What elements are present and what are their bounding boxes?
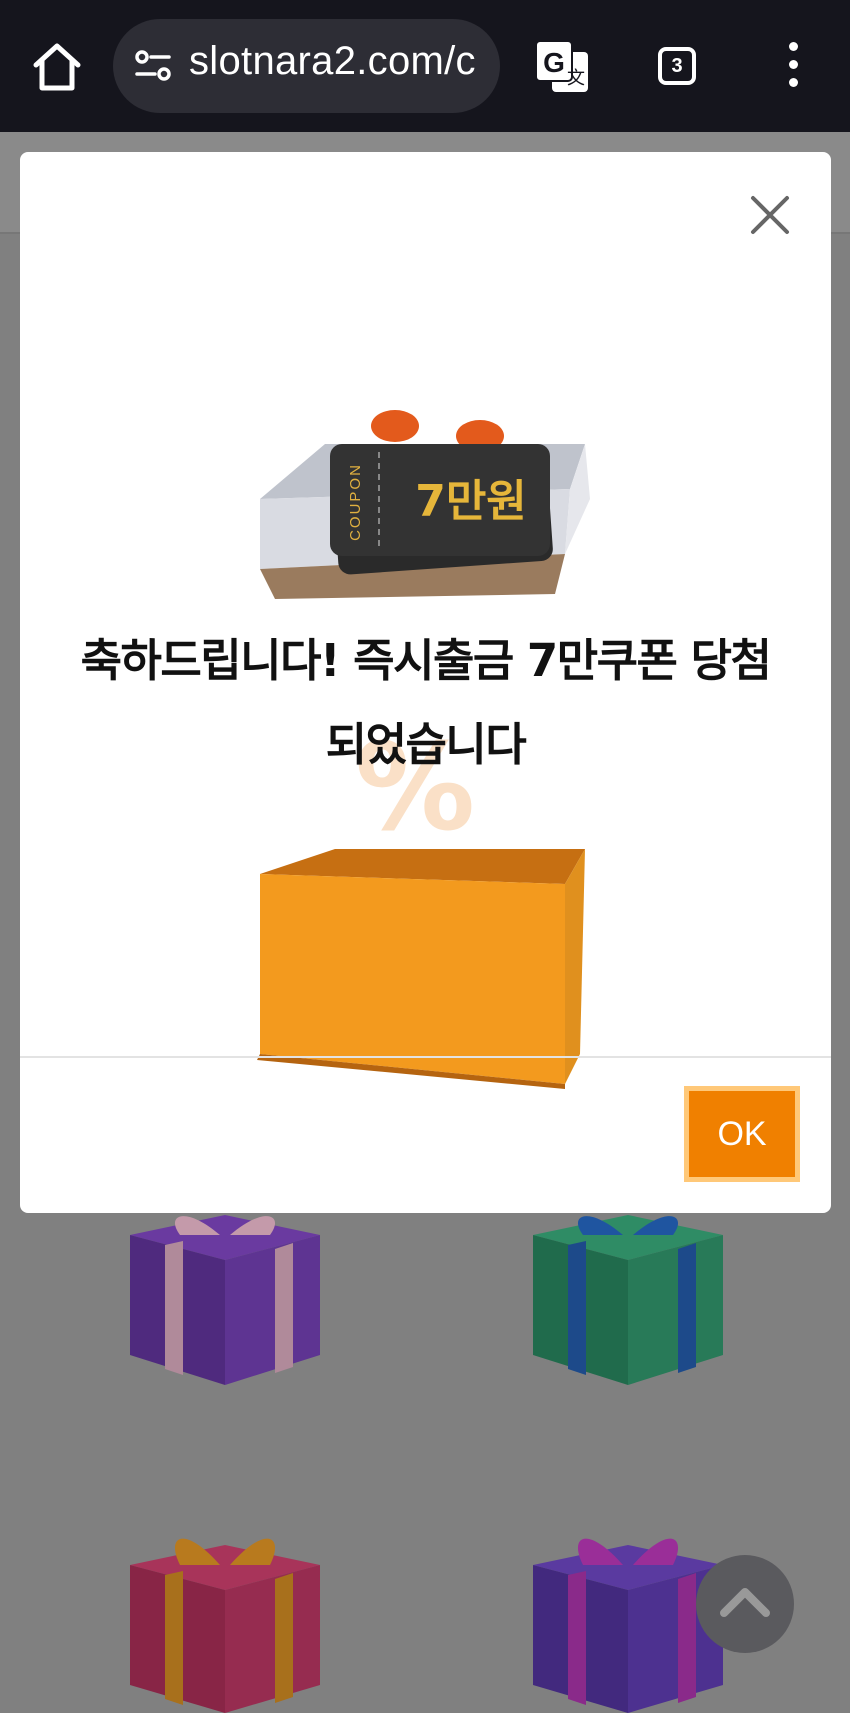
gift-box-purple[interactable] [125,1205,325,1385]
coupon-win-dialog: COUPON 7만원 % 축하드립니다! 즉시출금 7만쿠폰 당첨 되었습니다 … [20,152,831,1213]
win-message: 축하드립니다! 즉시출금 7만쿠폰 당첨 되었습니다 [30,619,821,787]
tab-count-button[interactable]: 3 [658,47,696,85]
svg-text:7만원: 7만원 [415,476,527,527]
gift-box-green[interactable] [528,1205,728,1385]
dialog-divider [20,1056,831,1058]
address-bar[interactable]: slotnara2.com/c [113,19,500,113]
home-icon[interactable] [28,38,86,96]
translate-icon[interactable]: G 文 [534,38,592,96]
site-info-icon[interactable] [133,46,173,86]
more-menu-icon[interactable] [778,42,808,92]
svg-text:文: 文 [567,68,585,89]
url-text[interactable]: slotnara2.com/c [189,39,476,84]
svg-text:COUPON: COUPON [347,463,364,541]
win-message-line2: 되었습니다 [325,718,527,771]
browser-toolbar: slotnara2.com/c G 文 3 [0,0,850,132]
chevron-up-icon [720,1588,770,1617]
win-message-line1: 축하드립니다! 즉시출금 7만쿠폰 당첨 [80,634,772,687]
close-icon[interactable] [747,192,793,238]
svg-text:G: G [543,47,565,78]
scroll-to-top-button[interactable] [696,1555,794,1653]
gift-box-red[interactable] [125,1525,325,1713]
ok-button[interactable]: OK [684,1086,800,1182]
